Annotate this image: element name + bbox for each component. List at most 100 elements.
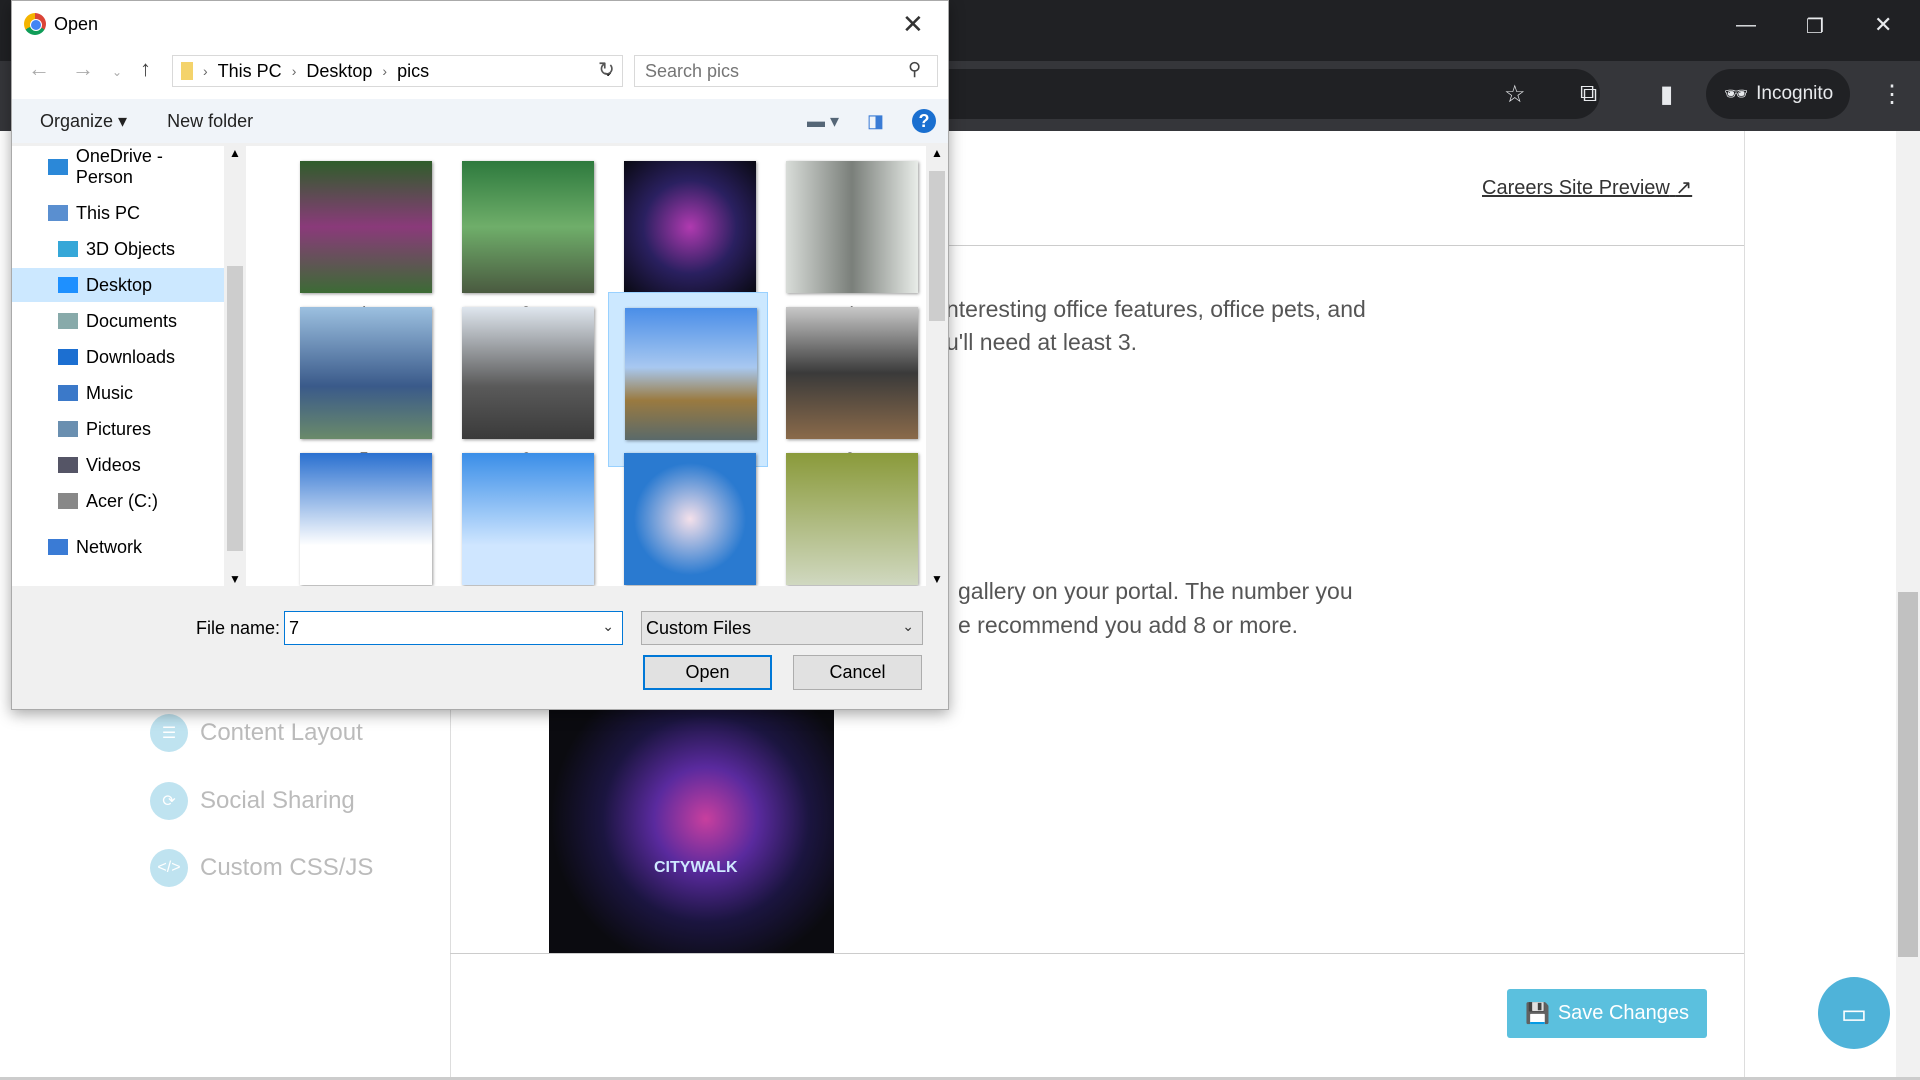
dialog-title: Open: [54, 13, 99, 34]
download-icon: [58, 349, 78, 365]
image-preview: [300, 453, 432, 585]
chevron-down-icon[interactable]: ⌄: [602, 618, 614, 635]
nav-item[interactable]: Documents: [12, 304, 224, 338]
description-text: nteresting office features, office pets,…: [946, 296, 1366, 322]
forward-icon[interactable]: →: [72, 56, 94, 82]
sidebar-divider: [450, 700, 451, 1080]
up-icon[interactable]: ↑: [140, 56, 151, 82]
chat-button[interactable]: ▭: [1818, 977, 1890, 1049]
file-list: 12345678: [246, 146, 926, 586]
dialog-titlebar: Open: [12, 1, 948, 47]
description-text: e recommend you add 8 or more.: [958, 612, 1299, 638]
nav-item[interactable]: Downloads: [12, 340, 224, 374]
document-icon: [58, 313, 78, 329]
image-preview: [786, 453, 918, 585]
file-scrollbar[interactable]: ▲ ▼: [926, 146, 948, 586]
file-type-select[interactable]: Custom Files ⌄: [641, 611, 923, 645]
pictures-icon: [58, 421, 78, 437]
organize-button[interactable]: Organize ▾: [40, 111, 127, 132]
cancel-button[interactable]: Cancel: [793, 655, 922, 690]
page-scrollbar[interactable]: [1896, 131, 1920, 1080]
image-preview: [300, 307, 432, 439]
code-icon: </>: [150, 849, 188, 887]
description-text: gallery on your portal. The number you: [958, 578, 1353, 604]
careers-site-preview-link[interactable]: Careers Site Preview ↗: [1482, 175, 1692, 200]
nav-item[interactable]: 3D Objects: [12, 232, 224, 266]
image-preview: [786, 307, 918, 439]
nav-scrollbar[interactable]: ▲ ▼: [224, 146, 246, 586]
new-folder-button[interactable]: New folder: [167, 111, 253, 132]
dialog-close-button[interactable]: ✕: [902, 9, 924, 40]
close-icon[interactable]: ✕: [1874, 12, 1892, 38]
view-options-icon[interactable]: ▬ ▾: [807, 111, 839, 132]
chevron-down-icon: ⌄: [902, 618, 914, 634]
desktop-icon: [58, 277, 78, 293]
more-icon[interactable]: ⋮: [1880, 80, 1904, 109]
file-thumbnail[interactable]: [446, 438, 606, 586]
image-preview: [625, 308, 757, 440]
file-name-input[interactable]: 7 ⌄: [284, 611, 623, 645]
open-file-dialog: Open ✕ ← → ⌄ ↑ › This PC › Desktop › pics …: [11, 0, 949, 710]
nav-item[interactable]: OneDrive - Person: [12, 146, 224, 187]
restore-icon[interactable]: ❐: [1806, 14, 1824, 39]
search-icon: ⚲: [908, 59, 922, 79]
nav-item[interactable]: Acer (C:): [12, 484, 224, 518]
save-changes-button[interactable]: 💾 Save Changes: [1507, 989, 1707, 1038]
external-link-icon: ↗: [1675, 177, 1693, 199]
sidebar-item-content-layout[interactable]: ☰ Content Layout: [150, 714, 363, 752]
dialog-toolbar: Organize ▾ New folder ▬ ▾ ◨ ?: [12, 99, 948, 143]
help-icon[interactable]: ?: [912, 109, 936, 133]
description-text: u'll need at least 3.: [946, 329, 1138, 355]
nav-item[interactable]: Desktop: [12, 268, 224, 302]
image-preview: [462, 307, 594, 439]
search-input[interactable]: [634, 55, 938, 87]
file-thumbnail[interactable]: [770, 438, 926, 586]
image-preview: [462, 161, 594, 293]
breadcrumb-item[interactable]: Desktop: [306, 61, 372, 82]
nav-item[interactable]: Music: [12, 376, 224, 410]
gallery-image[interactable]: CITYWALK: [549, 709, 834, 953]
cube-icon: [58, 241, 78, 257]
music-icon: [58, 385, 78, 401]
sidebar-item-custom-css-js[interactable]: </> Custom CSS/JS: [150, 849, 373, 887]
sidebar-item-social-sharing[interactable]: ⟳ Social Sharing: [150, 782, 355, 820]
file-thumbnail[interactable]: [608, 438, 768, 586]
recent-dropdown-icon[interactable]: ⌄: [112, 65, 122, 79]
nav-item[interactable]: Pictures: [12, 412, 224, 446]
file-thumbnail[interactable]: [284, 438, 444, 586]
image-preview: [462, 453, 594, 585]
breadcrumb[interactable]: › This PC › Desktop › pics ⌄: [172, 55, 623, 87]
nav-item[interactable]: Videos: [12, 448, 224, 482]
preview-pane-icon[interactable]: ◨: [867, 111, 884, 132]
computer-icon: [48, 205, 68, 221]
nav-item[interactable]: Network: [12, 530, 224, 564]
extensions-icon[interactable]: ⧉: [1580, 80, 1597, 108]
image-preview: [786, 161, 918, 293]
video-icon: [58, 457, 78, 473]
save-icon: 💾: [1524, 1003, 1550, 1025]
refresh-icon[interactable]: ↻: [598, 57, 615, 82]
breadcrumb-item[interactable]: This PC: [218, 61, 282, 82]
breadcrumb-item[interactable]: pics: [397, 61, 429, 82]
open-button[interactable]: Open: [643, 655, 772, 690]
drive-icon: [58, 493, 78, 509]
chat-icon: ▭: [1840, 997, 1868, 1029]
share-icon: ⟳: [150, 782, 188, 820]
page-margin: [1744, 131, 1896, 1077]
footer-divider: [450, 953, 1744, 954]
network-icon: [48, 539, 68, 555]
address-bar[interactable]: [900, 69, 1600, 119]
chrome-logo-icon: [24, 13, 46, 35]
side-panel-icon[interactable]: ▮: [1660, 80, 1673, 109]
incognito-icon: 🕶: [1724, 84, 1749, 105]
star-icon[interactable]: ☆: [1504, 80, 1526, 109]
image-preview: [300, 161, 432, 293]
scrollbar-thumb[interactable]: [1898, 592, 1918, 957]
image-preview: [624, 453, 756, 585]
image-preview: [624, 161, 756, 293]
back-icon[interactable]: ←: [28, 56, 50, 82]
incognito-button[interactable]: 🕶 Incognito: [1706, 69, 1850, 119]
minimize-icon[interactable]: —: [1736, 14, 1756, 37]
folder-icon: [181, 62, 193, 80]
nav-item[interactable]: This PC: [12, 196, 224, 230]
